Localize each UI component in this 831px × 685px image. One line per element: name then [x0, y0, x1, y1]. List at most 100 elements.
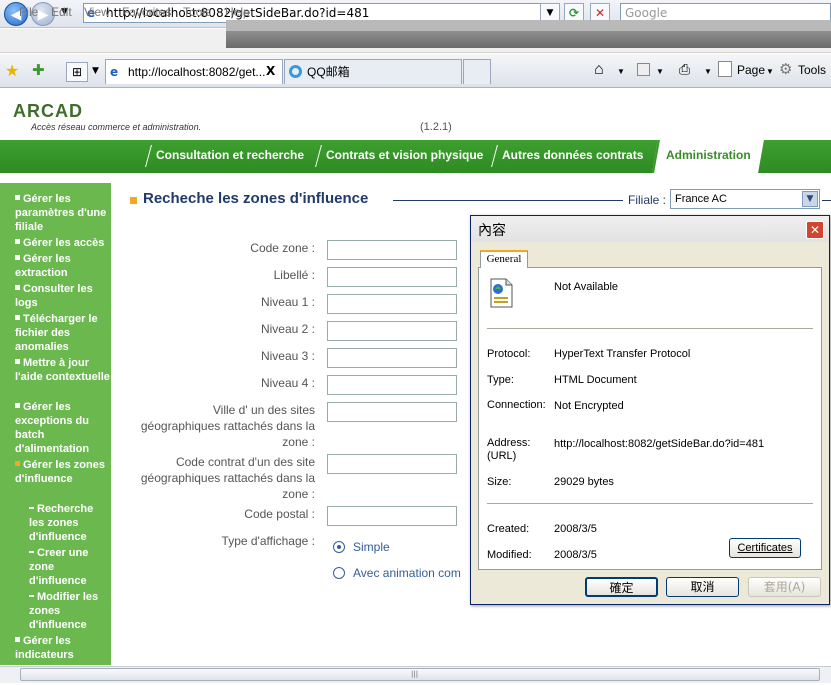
bullet-icon: [15, 285, 20, 290]
add-favorite-icon[interactable]: ✚: [32, 61, 45, 79]
radio-animation[interactable]: [333, 567, 345, 579]
sidebar-subitem-recherche[interactable]: Recherche les zones d'influence: [29, 502, 109, 544]
qq-icon: [289, 65, 302, 78]
menu-edit[interactable]: Edit: [51, 5, 72, 19]
feeds-dropdown-icon[interactable]: ▼: [656, 67, 664, 76]
menu-file[interactable]: File: [19, 5, 38, 19]
tab-close-icon[interactable]: X: [266, 64, 275, 78]
sidebar-item-logs[interactable]: Consulter les logs: [15, 282, 111, 310]
print-icon[interactable]: ⎙: [679, 61, 690, 78]
scrollbar-thumb[interactable]: [20, 668, 820, 681]
niveau1-input[interactable]: [327, 294, 457, 314]
sidebar-item-zones[interactable]: Gérer les zones d'influence: [15, 458, 111, 486]
dash-icon: [29, 595, 34, 597]
size-value: 29029 bytes: [554, 476, 614, 488]
sidebar-subitem-creer[interactable]: Creer une zone d'influence: [29, 546, 109, 588]
filiale-select[interactable]: France AC: [670, 189, 820, 209]
address-key: Address: (URL): [487, 437, 531, 462]
certificates-button[interactable]: Certificates: [729, 538, 801, 558]
home-circle-icon: ⊕: [473, 122, 482, 133]
bullet-icon: [15, 461, 20, 466]
home-icon[interactable]: ⌂: [594, 61, 604, 79]
link-accueil[interactable]: Accueil: [489, 122, 521, 133]
bullet-icon: [15, 239, 20, 244]
connection-key: Connection:: [487, 399, 546, 411]
code-zone-input[interactable]: [327, 240, 457, 260]
label-niveau2: Niveau 2 :: [260, 322, 315, 336]
logout-circle-icon: ⊕: [692, 122, 701, 133]
feeds-icon[interactable]: [637, 63, 650, 76]
code-postal-input[interactable]: [327, 506, 457, 526]
quick-tabs-icon[interactable]: ⊞: [66, 62, 88, 82]
tab-qq[interactable]: QQ邮箱: [284, 59, 462, 84]
radio-simple[interactable]: [333, 541, 345, 553]
label-ville: Ville d' un des sites géographiques ratt…: [140, 403, 315, 449]
created-value: 2008/3/5: [554, 523, 597, 535]
sidebar-item-indicateurs[interactable]: Gérer les indicateurs: [15, 634, 111, 662]
page-menu[interactable]: Page: [737, 63, 765, 77]
dash-icon: [29, 507, 34, 509]
portal-home-icon: ⌂: [797, 122, 804, 133]
sidebar-item-anomalies[interactable]: Télécharger le fichier des anomalies: [15, 312, 111, 354]
contact-circle-icon: ⊕: [613, 122, 622, 133]
sidebar-item-acces[interactable]: Gérer les accès: [15, 236, 111, 250]
sidebar-item-exceptions[interactable]: Gérer les exceptions du batch d'alimenta…: [15, 400, 111, 456]
link-portail[interactable]: Por: [814, 122, 830, 133]
niveau4-input[interactable]: [327, 375, 457, 395]
label-code-postal: Code postal :: [244, 507, 315, 521]
title-bullet-icon: [130, 197, 137, 204]
sidebar-subitem-modifier[interactable]: Modifier les zones d'influence: [29, 590, 109, 632]
sidebar-item-parametres[interactable]: Gérer les paramètres d'une filiale: [15, 192, 111, 234]
app-version: (1.2.1): [420, 121, 452, 133]
radio-animation-label: Avec animation com: [353, 566, 461, 580]
link-contact[interactable]: Contact: [632, 122, 666, 133]
menu-tools[interactable]: Tools: [183, 5, 211, 19]
dash-icon: [29, 551, 34, 553]
title-rule-end: [822, 200, 831, 201]
code-contrat-input[interactable]: [327, 454, 457, 474]
dialog-name: Not Available: [554, 281, 619, 293]
title-rule: [393, 200, 623, 201]
menu-favorites[interactable]: Favorites: [122, 5, 171, 19]
page-dropdown-icon[interactable]: ▼: [766, 67, 774, 76]
tab-general[interactable]: General: [480, 250, 528, 268]
cancel-button[interactable]: 取消: [666, 577, 739, 597]
ville-input[interactable]: [327, 402, 457, 422]
sidebar-item-extraction[interactable]: Gérer les extraction: [15, 252, 111, 280]
bullet-icon: [15, 255, 20, 260]
label-niveau1: Niveau 1 :: [260, 295, 315, 309]
close-icon[interactable]: ✕: [806, 221, 824, 239]
niveau2-input[interactable]: [327, 321, 457, 341]
sidebar-item-aide[interactable]: Mettre à jour l'aide contextuelle: [15, 356, 111, 384]
menu-view[interactable]: View: [84, 5, 110, 19]
protocol-value: HyperText Transfer Protocol: [554, 348, 691, 360]
site-logo: ARCAD: [13, 101, 83, 121]
favorites-star-icon[interactable]: ★: [5, 61, 19, 80]
sidebar: Gérer les paramètres d'une filiale Gérer…: [0, 183, 111, 665]
new-tab-button[interactable]: [463, 59, 491, 84]
tab-consultation[interactable]: Consultation et recherche: [156, 148, 304, 162]
niveau3-input[interactable]: [327, 348, 457, 368]
dialog-separator: [487, 328, 813, 329]
menu-help[interactable]: Help: [225, 5, 250, 19]
link-deconnexion[interactable]: Déconnexion: [711, 122, 769, 133]
ok-button[interactable]: 確定: [585, 577, 658, 597]
tab-administration[interactable]: Administration: [666, 148, 751, 162]
tools-menu[interactable]: Tools: [798, 63, 826, 77]
tab-contrats[interactable]: Contrats et vision physique: [326, 148, 483, 162]
home-dropdown-icon[interactable]: ▼: [617, 67, 625, 76]
print-dropdown-icon[interactable]: ▼: [704, 67, 712, 76]
libelle-input[interactable]: [327, 267, 457, 287]
dialog-title: 內容: [478, 223, 506, 239]
tab-list-dropdown-icon[interactable]: ▼: [92, 66, 99, 76]
bullet-icon: [15, 637, 20, 642]
chevron-down-icon[interactable]: ▼: [802, 191, 818, 207]
tab-autres[interactable]: Autres données contrats: [502, 148, 643, 162]
label-niveau4: Niveau 4 :: [260, 376, 315, 390]
dialog-titlebar[interactable]: [471, 216, 829, 242]
tab-localhost[interactable]: http://localhost:8082/get...: [105, 59, 283, 84]
type-value: HTML Document: [554, 374, 637, 386]
page-icon: [718, 61, 732, 77]
link-aide[interactable]: Aide: [566, 122, 586, 133]
label-code-zone: Code zone :: [250, 241, 315, 255]
